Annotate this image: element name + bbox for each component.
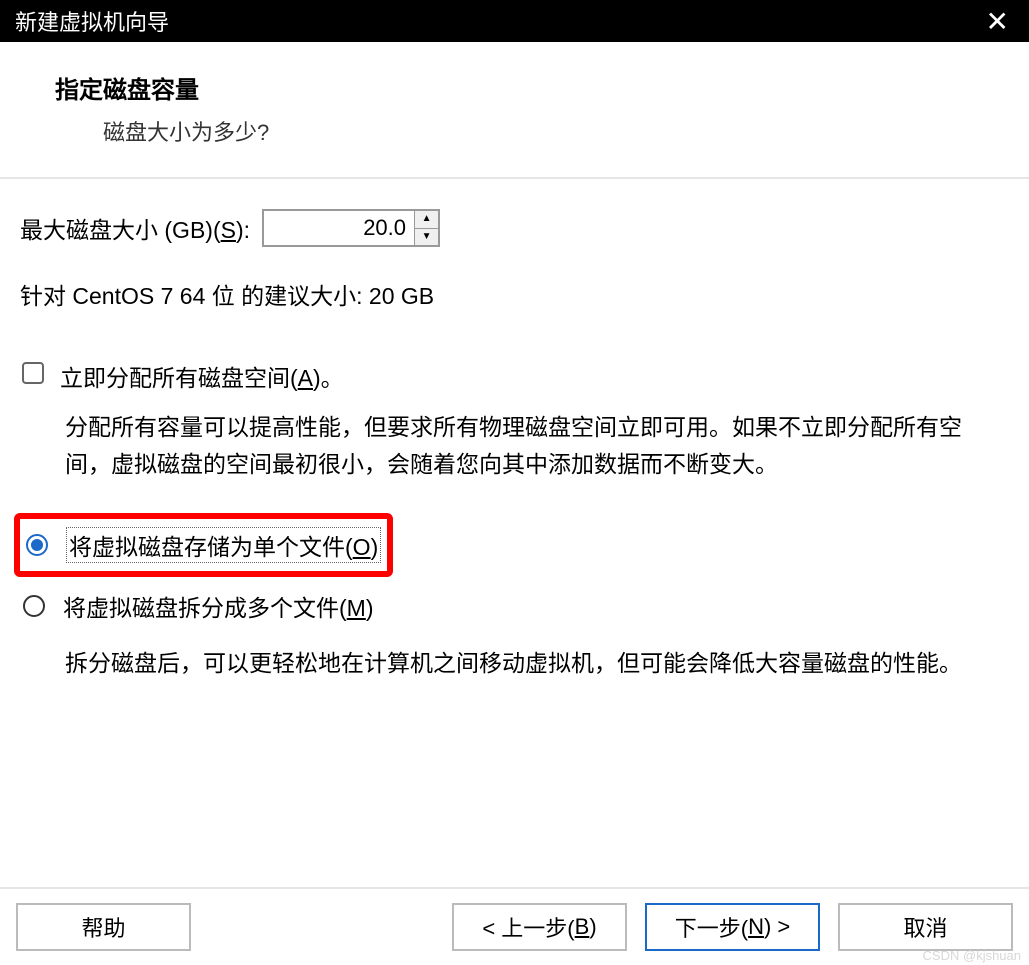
help-button[interactable]: 帮助 bbox=[16, 903, 191, 951]
split-files-row: 将虚拟磁盘拆分成多个文件(M) bbox=[20, 583, 1009, 629]
store-single-file-radio[interactable] bbox=[26, 534, 48, 556]
spinner-buttons: ▲ ▼ bbox=[414, 211, 438, 245]
wizard-footer: 帮助 < 上一步(B) 下一步(N) > 取消 bbox=[0, 887, 1029, 965]
wizard-content: 最大磁盘大小 (GB)(S): ▲ ▼ 针对 CentOS 7 64 位 的建议… bbox=[0, 179, 1029, 681]
allocate-now-label[interactable]: 立即分配所有磁盘空间(A)。 bbox=[60, 359, 344, 393]
page-title: 指定磁盘容量 bbox=[55, 70, 974, 105]
recommendation-text: 针对 CentOS 7 64 位 的建议大小: 20 GB bbox=[20, 277, 1009, 311]
cancel-button[interactable]: 取消 bbox=[838, 903, 1013, 951]
disk-size-label: 最大磁盘大小 (GB)(S): bbox=[20, 211, 250, 245]
titlebar: 新建虚拟机向导 ✕ bbox=[0, 0, 1029, 42]
allocate-now-checkbox[interactable] bbox=[22, 362, 44, 384]
page-subtitle: 磁盘大小为多少? bbox=[55, 115, 974, 147]
highlighted-option: 将虚拟磁盘存储为单个文件(O) bbox=[14, 513, 393, 577]
spinner-up-icon[interactable]: ▲ bbox=[415, 211, 438, 229]
allocate-now-row: 立即分配所有磁盘空间(A)。 bbox=[20, 359, 1009, 393]
next-button[interactable]: 下一步(N) > bbox=[645, 903, 820, 951]
split-files-label[interactable]: 将虚拟磁盘拆分成多个文件(M) bbox=[63, 589, 374, 623]
wizard-header: 指定磁盘容量 磁盘大小为多少? bbox=[0, 42, 1029, 179]
split-files-radio[interactable] bbox=[23, 595, 45, 617]
store-single-file-label[interactable]: 将虚拟磁盘存储为单个文件(O) bbox=[66, 527, 381, 563]
disk-size-row: 最大磁盘大小 (GB)(S): ▲ ▼ bbox=[20, 209, 1009, 247]
disk-size-spinner[interactable]: ▲ ▼ bbox=[262, 209, 440, 247]
spinner-down-icon[interactable]: ▼ bbox=[415, 229, 438, 246]
disk-size-input[interactable] bbox=[264, 211, 414, 245]
allocate-description: 分配所有容量可以提高性能，但要求所有物理磁盘空间立即可用。如果不立即分配所有空间… bbox=[20, 409, 1009, 483]
back-button[interactable]: < 上一步(B) bbox=[452, 903, 627, 951]
split-files-description: 拆分磁盘后，可以更轻松地在计算机之间移动虚拟机，但可能会降低大容量磁盘的性能。 bbox=[20, 645, 1009, 682]
close-icon[interactable]: ✕ bbox=[981, 5, 1014, 38]
window-title: 新建虚拟机向导 bbox=[15, 5, 169, 37]
